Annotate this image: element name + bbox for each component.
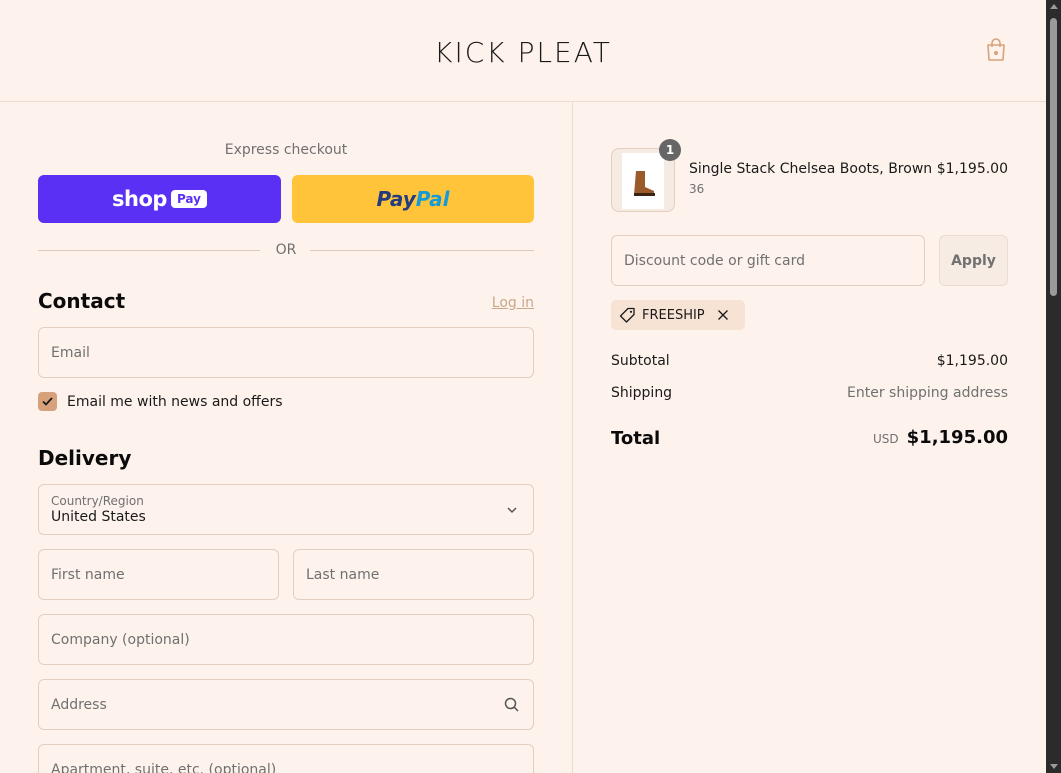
newsletter-row[interactable]: Email me with news and offers xyxy=(38,392,283,411)
shop-pay-button[interactable]: shop Pay xyxy=(38,175,281,223)
apartment-placeholder: Apartment, suite, etc. (optional) xyxy=(51,761,277,773)
total-amount: $1,195.00 xyxy=(906,427,1008,448)
brand-logo[interactable]: KICK PLEAT xyxy=(0,36,1046,69)
total-value-group: USD $1,195.00 xyxy=(873,427,1008,448)
country-value: United States xyxy=(51,509,146,525)
newsletter-checkbox[interactable] xyxy=(38,392,57,411)
company-field[interactable]: Company (optional) xyxy=(38,614,534,665)
shopping-bag-icon[interactable] xyxy=(985,38,1007,62)
discount-code-label: FREESHIP xyxy=(642,307,705,323)
chevron-down-icon xyxy=(507,507,517,514)
close-icon[interactable] xyxy=(717,309,729,321)
delivery-title: Delivery xyxy=(38,446,132,470)
column-divider xyxy=(572,102,573,773)
discount-code-input[interactable]: Discount code or gift card xyxy=(611,235,925,286)
tag-icon xyxy=(619,307,635,323)
login-link[interactable]: Log in xyxy=(492,295,534,311)
or-divider: OR xyxy=(38,240,534,260)
shipping-value: Enter shipping address xyxy=(847,385,1008,401)
apply-discount-button[interactable]: Apply xyxy=(939,235,1008,286)
product-image xyxy=(622,153,664,209)
product-price: $1,195.00 xyxy=(936,161,1008,177)
last-name-field[interactable]: Last name xyxy=(293,549,534,600)
search-icon xyxy=(504,697,519,712)
or-line-right xyxy=(310,250,534,251)
address-placeholder: Address xyxy=(51,696,107,713)
total-label: Total xyxy=(611,428,661,449)
first-name-field[interactable]: First name xyxy=(38,549,279,600)
product-name: Single Stack Chelsea Boots, Brown xyxy=(689,161,933,177)
discount-placeholder: Discount code or gift card xyxy=(624,252,805,269)
subtotal-label: Subtotal xyxy=(611,353,670,369)
email-placeholder: Email xyxy=(51,344,90,361)
country-select[interactable]: Country/Region United States xyxy=(38,484,534,535)
contact-title: Contact xyxy=(38,289,126,313)
shipping-label: Shipping xyxy=(611,385,673,401)
total-currency: USD xyxy=(873,432,899,446)
paypal-button[interactable]: Pay Pal xyxy=(292,175,534,223)
product-variant: 36 xyxy=(689,182,705,196)
last-name-placeholder: Last name xyxy=(306,566,380,583)
quantity-badge: 1 xyxy=(659,139,681,161)
apartment-field[interactable]: Apartment, suite, etc. (optional) xyxy=(38,744,534,773)
subtotal-value: $1,195.00 xyxy=(936,353,1008,369)
vertical-scrollbar[interactable] xyxy=(1046,0,1061,773)
scroll-up-arrow-icon[interactable] xyxy=(1050,4,1058,9)
scrollbar-thumb[interactable] xyxy=(1050,18,1057,296)
company-placeholder: Company (optional) xyxy=(51,631,190,648)
boot-image xyxy=(634,171,655,196)
address-field[interactable]: Address xyxy=(38,679,534,730)
first-name-placeholder: First name xyxy=(51,566,125,583)
shop-pay-word: shop xyxy=(112,187,167,211)
paypal-word-pay: Pay xyxy=(376,187,416,211)
shop-pay-chip: Pay xyxy=(170,190,207,208)
express-checkout-label: Express checkout xyxy=(224,142,348,158)
paypal-word-pal: Pal xyxy=(415,187,450,211)
applied-discount-tag: FREESHIP xyxy=(611,300,745,330)
newsletter-label: Email me with news and offers xyxy=(67,393,283,410)
country-label: Country/Region xyxy=(51,494,144,508)
email-field[interactable]: Email xyxy=(38,327,534,378)
header: KICK PLEAT xyxy=(0,0,1046,102)
scroll-down-arrow-icon[interactable] xyxy=(1050,764,1058,769)
checkmark-icon xyxy=(42,397,53,406)
